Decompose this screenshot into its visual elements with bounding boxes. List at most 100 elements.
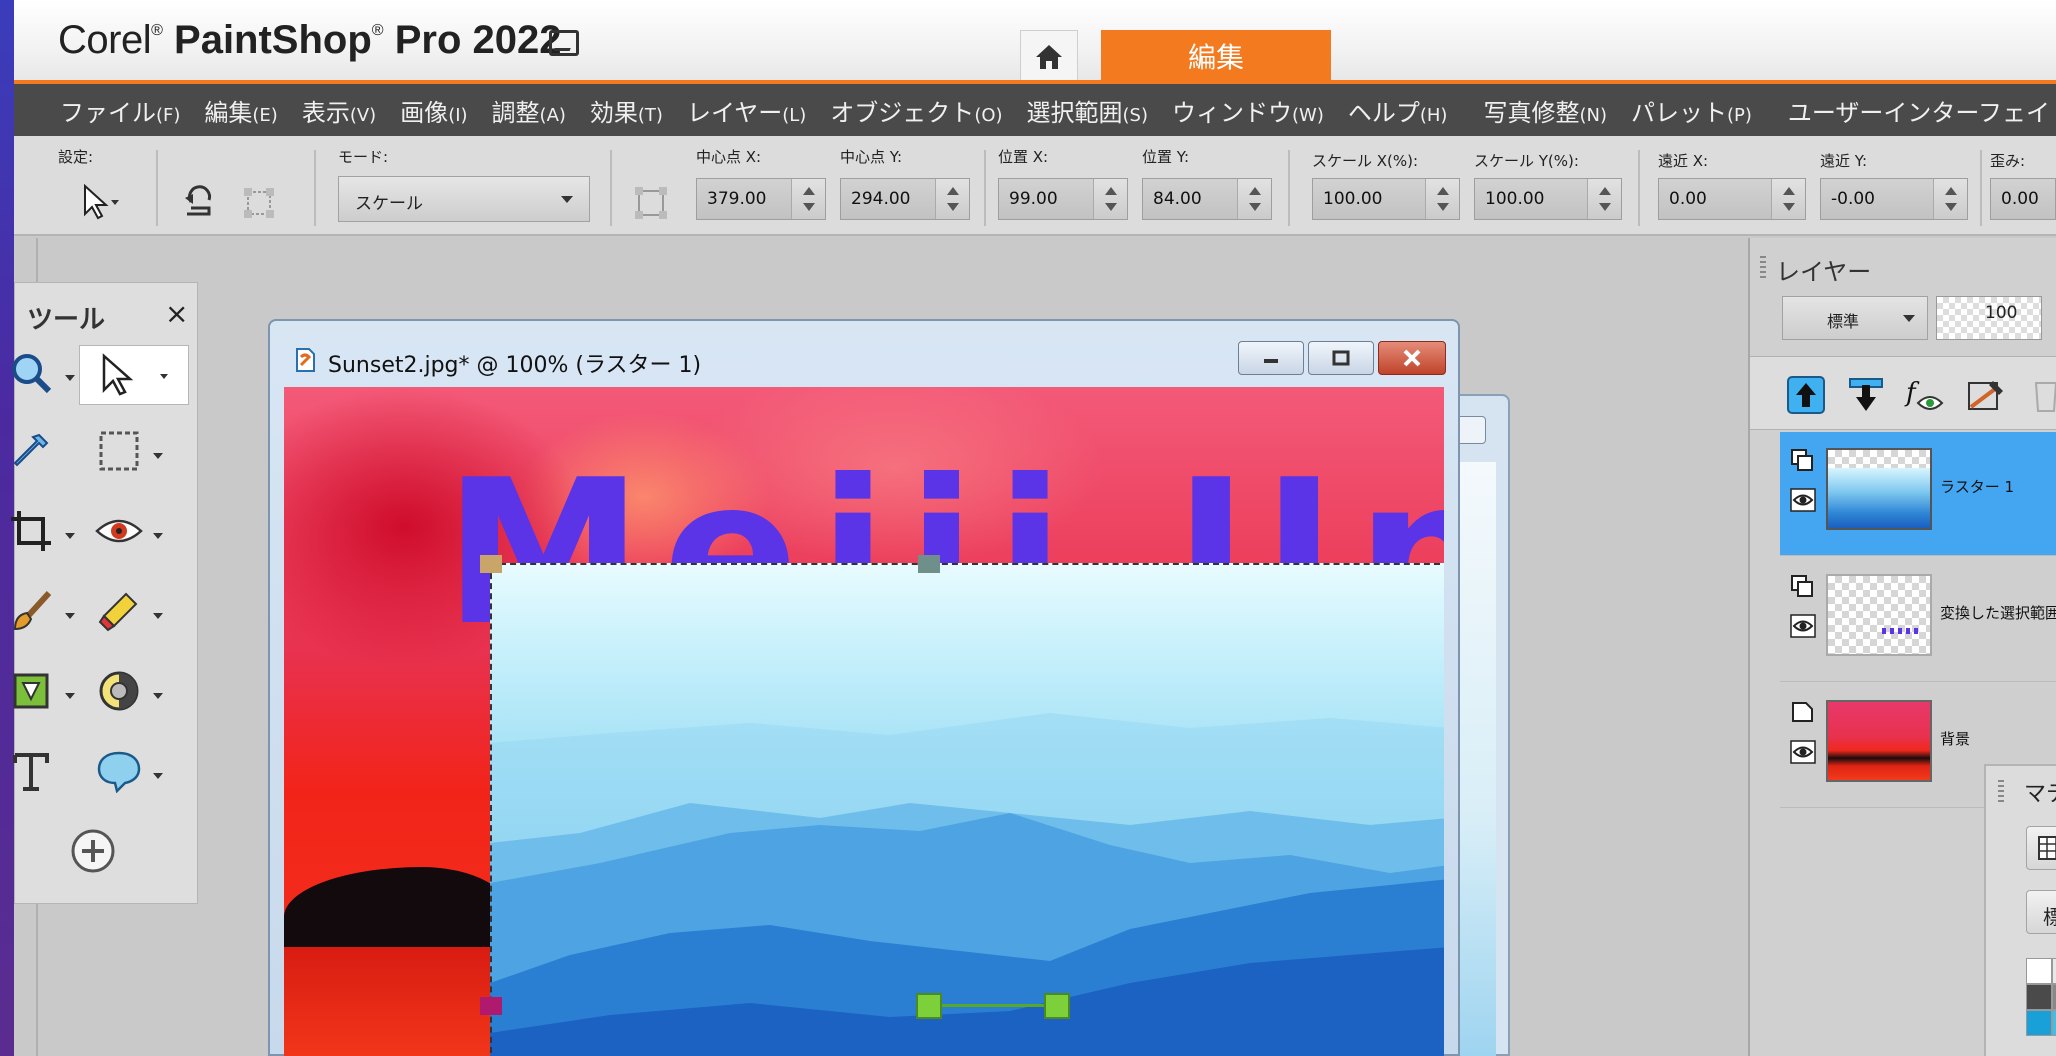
tab-edit[interactable]: 編集: [1101, 30, 1331, 82]
selection-tool[interactable]: [89, 421, 149, 481]
chevron-down-icon[interactable]: [65, 613, 75, 619]
chevron-down-icon[interactable]: [153, 613, 163, 619]
layer-row[interactable]: 変換した選択範囲: [1780, 558, 2056, 682]
swatch[interactable]: [2052, 958, 2056, 984]
menu-file[interactable]: ファイル(F): [48, 93, 192, 128]
swatch-view-button[interactable]: [2026, 826, 2056, 870]
center-y-field[interactable]: 294.00: [840, 178, 970, 220]
swatch[interactable]: [2052, 984, 2056, 1010]
center-x-value: 379.00: [707, 189, 767, 209]
transform-handle[interactable]: [480, 997, 502, 1015]
transform-button[interactable]: [236, 182, 282, 224]
blend-mode-dropdown[interactable]: 標準: [1782, 296, 1928, 340]
visibility-eye-icon[interactable]: [1790, 614, 1816, 638]
center-x-field[interactable]: 379.00: [696, 178, 826, 220]
spinner-arrows-icon[interactable]: [1933, 179, 1967, 219]
rotation-handle-knob[interactable]: [916, 993, 942, 1019]
persp-x-field[interactable]: 0.00: [1658, 178, 1806, 220]
menu-photo-fix[interactable]: 写真修整(N): [1471, 93, 1619, 128]
eraser-tool[interactable]: [89, 581, 149, 641]
menu-window[interactable]: ウィンドウ(W): [1160, 93, 1336, 128]
spinner-arrows-icon[interactable]: [1093, 179, 1127, 219]
rotation-handle[interactable]: [916, 993, 1092, 1019]
spinner-arrows-icon[interactable]: [935, 179, 969, 219]
menu-edit[interactable]: 編集(E): [192, 93, 289, 128]
menu-selections[interactable]: 選択範囲(S): [1015, 93, 1160, 128]
persp-y-field[interactable]: -0.00: [1820, 178, 1968, 220]
minimize-button[interactable]: [1238, 341, 1304, 375]
color-swatches[interactable]: [2026, 958, 2056, 1056]
spinner-arrows-icon[interactable]: [1237, 179, 1271, 219]
chevron-down-icon[interactable]: [153, 773, 163, 779]
pos-x-field[interactable]: 99.00: [998, 178, 1128, 220]
menu-objects[interactable]: オブジェクト(O): [818, 93, 1014, 128]
edit-layer-button[interactable]: [1962, 371, 2010, 419]
pos-y-field[interactable]: 84.00: [1142, 178, 1272, 220]
menu-palettes[interactable]: パレット(P): [1619, 93, 1764, 128]
chevron-down-icon[interactable]: [65, 693, 75, 699]
spinner-arrows-icon[interactable]: [1425, 179, 1459, 219]
tools-panel: ツール ×: [11, 282, 198, 904]
move-layer-up-button[interactable]: [1782, 371, 1830, 419]
chevron-down-icon[interactable]: [153, 453, 163, 459]
panel-grip[interactable]: [1998, 780, 2004, 802]
menu-user-interface[interactable]: ユーザーインターフェイ: [1776, 93, 2056, 128]
chevron-down-icon[interactable]: [65, 375, 75, 381]
shape-tool[interactable]: [89, 741, 149, 801]
text-tool[interactable]: [1, 741, 61, 801]
preset-picker[interactable]: [74, 180, 128, 224]
menu-help[interactable]: ヘルプ(H): [1336, 93, 1460, 128]
image-gallery-icon[interactable]: [549, 30, 579, 56]
persp-y-value: -0.00: [1831, 189, 1875, 209]
image-canvas[interactable]: Meiji Univ: [284, 387, 1444, 1056]
menu-effects[interactable]: 効果(T): [578, 93, 675, 128]
reset-button[interactable]: [176, 182, 222, 224]
menu-adjust[interactable]: 調整(A): [480, 93, 578, 128]
menu-view[interactable]: 表示(V): [290, 93, 388, 128]
layer-row[interactable]: ラスター 1: [1780, 432, 2056, 556]
rotation-handle-end[interactable]: [1044, 993, 1070, 1019]
chevron-down-icon[interactable]: [65, 533, 75, 539]
swatch[interactable]: [2026, 1010, 2052, 1036]
dropper-tool[interactable]: [1, 421, 61, 481]
visibility-eye-icon[interactable]: [1790, 740, 1816, 764]
layer-effects-button[interactable]: f: [1902, 371, 1950, 419]
fill-tool[interactable]: [1, 661, 61, 721]
close-button[interactable]: [1378, 341, 1446, 375]
zoom-tool[interactable]: [1, 343, 61, 403]
pick-tool[interactable]: [79, 345, 189, 405]
chevron-down-icon[interactable]: [153, 533, 163, 539]
spinner-arrows-icon[interactable]: [791, 179, 825, 219]
menu-layers[interactable]: レイヤー(L): [675, 93, 818, 128]
menu-image[interactable]: 画像(I): [388, 93, 479, 128]
spinner-arrows-icon[interactable]: [1587, 179, 1621, 219]
home-tab[interactable]: [1020, 30, 1078, 82]
panel-grip[interactable]: [1760, 256, 1766, 280]
maximize-button[interactable]: [1308, 341, 1374, 375]
brand-pro: Pro 2022: [394, 18, 562, 62]
swatch[interactable]: [2026, 958, 2052, 984]
opacity-field[interactable]: 100: [1936, 296, 2042, 340]
layer-name: 変換した選択範囲: [1940, 604, 2056, 622]
delete-layer-button[interactable]: [2022, 371, 2056, 419]
close-icon[interactable]: ×: [165, 297, 188, 330]
visibility-eye-icon[interactable]: [1790, 488, 1816, 512]
chevron-down-icon[interactable]: [153, 693, 163, 699]
center-transform-button[interactable]: [628, 182, 674, 224]
move-layer-down-button[interactable]: [1842, 371, 1890, 419]
swatch[interactable]: [2026, 984, 2052, 1010]
spinner-arrows-icon[interactable]: [1771, 179, 1805, 219]
transform-handle[interactable]: [480, 555, 502, 573]
crop-tool[interactable]: [1, 501, 61, 561]
dodge-tool[interactable]: [89, 661, 149, 721]
skew-field[interactable]: 0.00: [1990, 178, 2056, 220]
scale-x-field[interactable]: 100.00: [1312, 178, 1460, 220]
add-tool-button[interactable]: [63, 821, 123, 881]
mode-dropdown[interactable]: スケール: [338, 176, 590, 222]
swatch[interactable]: [2052, 1010, 2056, 1036]
brush-tool[interactable]: [1, 581, 61, 641]
scale-y-field[interactable]: 100.00: [1474, 178, 1622, 220]
material-mode-button[interactable]: 標: [2026, 890, 2056, 934]
transform-handle[interactable]: [918, 555, 940, 573]
red-eye-tool[interactable]: [89, 501, 149, 561]
